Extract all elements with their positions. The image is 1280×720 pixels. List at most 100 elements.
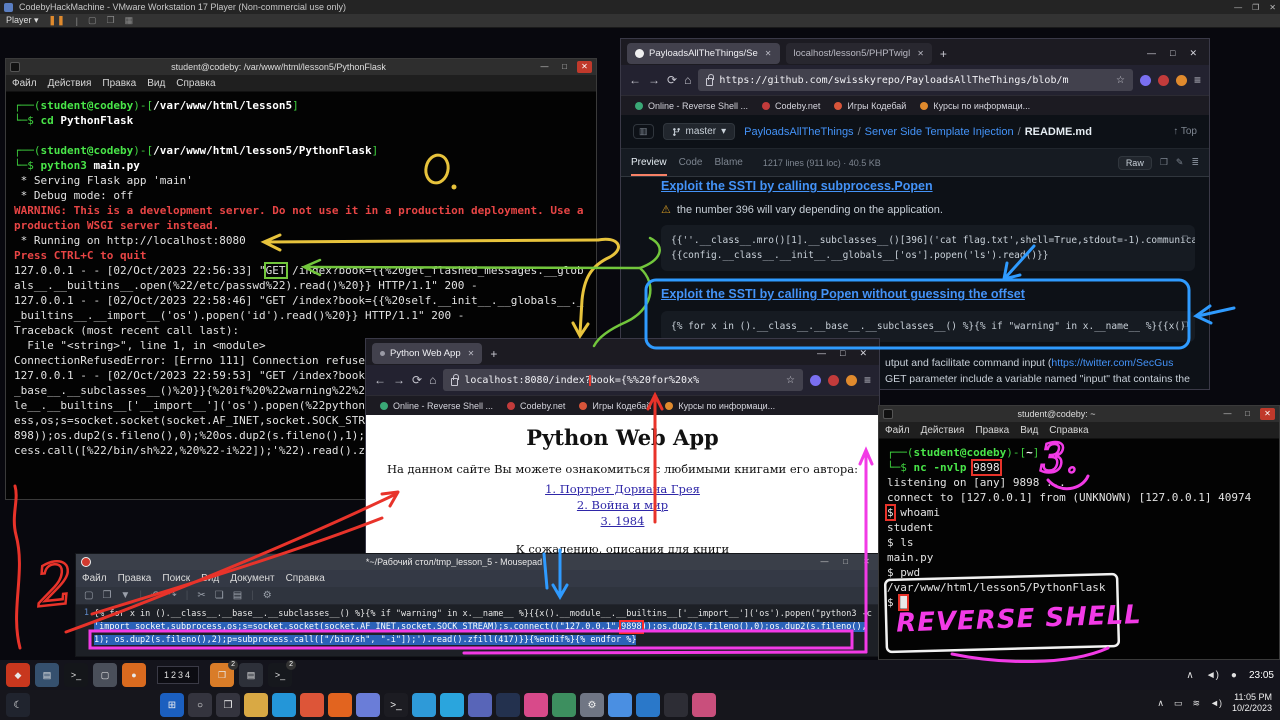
paint-icon[interactable] bbox=[692, 693, 716, 717]
bookmark-item[interactable]: Codeby.net bbox=[507, 401, 565, 411]
undo-icon[interactable]: ↶ bbox=[151, 590, 159, 601]
text-editor-icon[interactable]: ▢ bbox=[93, 663, 117, 687]
vscode-icon[interactable] bbox=[412, 693, 436, 717]
mousepad-titlebar[interactable]: *~/Рабочий стол/tmp_lesson_5 - Mousepad … bbox=[76, 554, 879, 570]
menu-item-Правка[interactable]: Правка bbox=[118, 573, 152, 584]
edit-pencil-icon[interactable]: ✎ bbox=[1176, 157, 1184, 168]
minimize-button[interactable]: — bbox=[817, 556, 832, 568]
workspace-switcher[interactable]: 1234 bbox=[157, 666, 199, 684]
close-tab-icon[interactable]: ✕ bbox=[765, 49, 772, 58]
extension-icon[interactable] bbox=[810, 375, 821, 386]
tray-up-icon[interactable]: ∧ bbox=[1186, 670, 1193, 681]
redo-icon[interactable]: ↷ bbox=[168, 590, 176, 601]
copy-file-icon[interactable]: ❐ bbox=[1160, 157, 1168, 168]
url-bar[interactable]: https://github.com/swisskyrepo/PayloadsA… bbox=[698, 69, 1133, 91]
copy-code-icon[interactable]: ❐ bbox=[1182, 231, 1188, 246]
firefox-account-icon[interactable] bbox=[1176, 75, 1187, 86]
close-button[interactable]: ✕ bbox=[859, 556, 874, 568]
search-icon[interactable]: ○ bbox=[188, 693, 212, 717]
vmware-icon[interactable] bbox=[356, 693, 380, 717]
pause-vm-button[interactable]: ❚❚ bbox=[49, 15, 66, 26]
tray-display-icon[interactable]: ▭ bbox=[1174, 698, 1183, 709]
close-tab-icon[interactable]: ✕ bbox=[468, 349, 475, 358]
close-button[interactable]: ✕ bbox=[1189, 48, 1197, 59]
maximize-button[interactable]: □ bbox=[1170, 48, 1175, 59]
bookmark-star-icon[interactable]: ☆ bbox=[1116, 75, 1125, 86]
terminal-icon[interactable]: >_ bbox=[64, 663, 88, 687]
close-button[interactable]: ✕ bbox=[577, 61, 592, 73]
tab-blame[interactable]: Blame bbox=[714, 149, 742, 176]
menu-item-Документ[interactable]: Документ bbox=[230, 573, 274, 584]
menu-item-Действия[interactable]: Действия bbox=[921, 425, 965, 436]
tab-code[interactable]: Code bbox=[679, 149, 703, 176]
forward-button[interactable]: → bbox=[393, 373, 405, 387]
tab-payloadsallthethings[interactable]: PayloadsAllTheThings/Se✕ bbox=[627, 43, 780, 64]
new-tab-button[interactable]: + bbox=[490, 347, 497, 361]
vm-clock[interactable]: 23:05 bbox=[1249, 670, 1274, 681]
copy-code-icon[interactable]: ❐ bbox=[1182, 317, 1188, 332]
bookmark-item[interactable]: Игры Кодебай bbox=[579, 401, 651, 411]
edge-icon[interactable] bbox=[272, 693, 296, 717]
minimize-button[interactable]: — bbox=[1147, 48, 1156, 59]
menu-item-Правка[interactable]: Правка bbox=[975, 425, 1009, 436]
mousepad-window-icon[interactable]: ▤ bbox=[239, 663, 263, 687]
home-button[interactable]: ⌂ bbox=[684, 73, 691, 87]
breadcrumb-repo-link[interactable]: PayloadsAllTheThings bbox=[744, 126, 853, 138]
book-link-1[interactable]: 1. Портрет Дориана Грея bbox=[366, 482, 879, 496]
volume-icon[interactable]: ◄) bbox=[1210, 698, 1222, 708]
chrome-icon[interactable] bbox=[300, 693, 324, 717]
maximize-button[interactable]: □ bbox=[557, 61, 572, 73]
settings-icon[interactable]: ⚙ bbox=[263, 590, 272, 601]
settings-icon[interactable]: ⚙ bbox=[580, 693, 604, 717]
reload-button[interactable]: ⟳ bbox=[667, 73, 677, 87]
new-tab-button[interactable]: + bbox=[940, 47, 947, 61]
payload-text[interactable]: {% for x in ().__class__.__base__.__subc… bbox=[92, 605, 879, 656]
minimize-button[interactable]: — bbox=[537, 61, 552, 73]
vmware-maximize-button[interactable]: ❐ bbox=[1252, 3, 1259, 12]
vmware-minimize-button[interactable]: — bbox=[1234, 3, 1242, 12]
menu-item-Файл[interactable]: Файл bbox=[885, 425, 910, 436]
bookmark-item[interactable]: Игры Кодебай bbox=[834, 101, 906, 111]
raw-button[interactable]: Raw bbox=[1118, 156, 1152, 170]
browser-window-icon[interactable]: ❒2 bbox=[210, 663, 234, 687]
file-manager-icon[interactable]: ▤ bbox=[35, 663, 59, 687]
cut-icon[interactable]: ✂ bbox=[197, 590, 205, 601]
mail-icon[interactable] bbox=[636, 693, 660, 717]
steam-icon[interactable] bbox=[496, 693, 520, 717]
close-button[interactable]: ✕ bbox=[1260, 408, 1275, 420]
sidebar-toggle-icon[interactable]: ▥ bbox=[633, 124, 654, 139]
extension-icon[interactable] bbox=[1140, 75, 1151, 86]
more-options-icon[interactable]: ≣ bbox=[1191, 157, 1199, 168]
paste-icon[interactable]: ▤ bbox=[233, 590, 242, 601]
menu-item-Вид[interactable]: Вид bbox=[201, 573, 219, 584]
start-button[interactable]: ⊞ bbox=[160, 693, 184, 717]
code-block-subprocess[interactable]: {{''.__class__.mro()[1].__subclasses__()… bbox=[661, 225, 1195, 271]
task-view-icon[interactable]: ❒ bbox=[216, 693, 240, 717]
notification-bell-icon[interactable]: ● bbox=[1231, 670, 1237, 681]
close-button[interactable]: ✕ bbox=[859, 348, 867, 359]
menu-hamburger-icon[interactable]: ≡ bbox=[864, 373, 871, 387]
minimize-button[interactable]: — bbox=[817, 348, 826, 359]
maximize-button[interactable]: □ bbox=[1240, 408, 1255, 420]
network-icon[interactable]: ≋ bbox=[1193, 698, 1201, 709]
twitter-link[interactable]: https://twitter.com/SecGus bbox=[1051, 357, 1173, 369]
book-link-2[interactable]: 2. Война и мир bbox=[366, 498, 879, 512]
player-menu[interactable]: Player ▾ bbox=[6, 15, 39, 26]
menu-item-Вид[interactable]: Вид bbox=[1020, 425, 1038, 436]
bookmark-star-icon[interactable]: ☆ bbox=[786, 375, 795, 386]
unity-icon[interactable]: ▦ bbox=[125, 15, 134, 26]
bookmark-item[interactable]: Codeby.net bbox=[762, 101, 820, 111]
calculator-icon[interactable] bbox=[552, 693, 576, 717]
terminal-titlebar[interactable]: student@codeby: /var/www/html/lesson5/Py… bbox=[6, 59, 596, 75]
scroll-to-top-link[interactable]: ↑ Top bbox=[1173, 126, 1197, 137]
copy-icon[interactable]: ❏ bbox=[215, 590, 224, 601]
home-button[interactable]: ⌂ bbox=[429, 373, 436, 387]
weather-icon[interactable]: ☾ bbox=[6, 693, 30, 717]
ssti-subprocess-heading-link[interactable]: Exploit the SSTI by calling subprocess.P… bbox=[661, 179, 933, 193]
codeby-extension-icon[interactable] bbox=[828, 375, 839, 386]
maximize-button[interactable]: □ bbox=[838, 556, 853, 568]
firefox-icon[interactable]: ● bbox=[122, 663, 146, 687]
app-menu-icon[interactable]: ◆ bbox=[6, 663, 30, 687]
menu-item-Поиск[interactable]: Поиск bbox=[162, 573, 190, 584]
bookmark-item[interactable]: Курсы по информаци... bbox=[920, 101, 1030, 111]
